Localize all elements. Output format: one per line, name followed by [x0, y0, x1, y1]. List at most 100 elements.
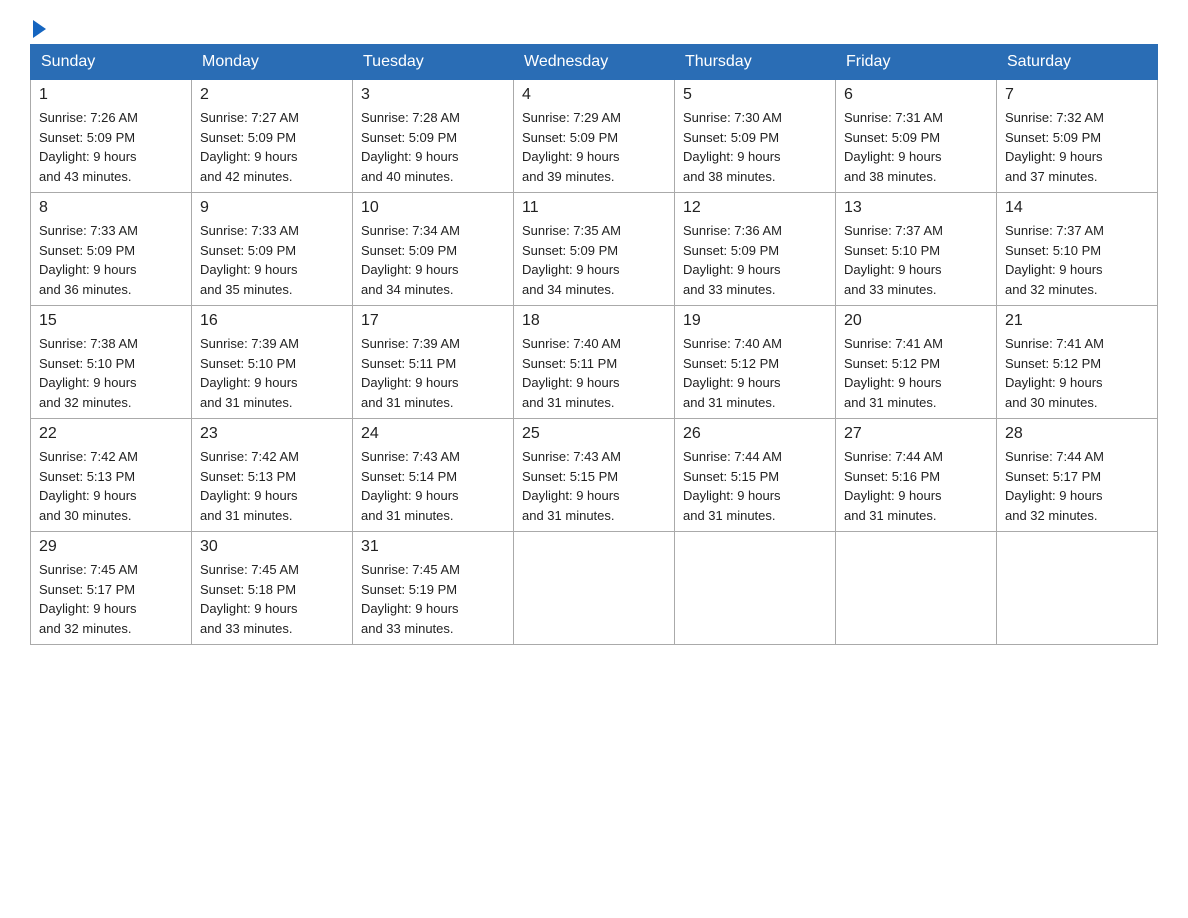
- week-row-1: 1 Sunrise: 7:26 AMSunset: 5:09 PMDayligh…: [31, 80, 1158, 193]
- calendar-cell: 5 Sunrise: 7:30 AMSunset: 5:09 PMDayligh…: [675, 80, 836, 193]
- day-info: Sunrise: 7:41 AMSunset: 5:12 PMDaylight:…: [844, 334, 988, 412]
- calendar-cell: 13 Sunrise: 7:37 AMSunset: 5:10 PMDaylig…: [836, 193, 997, 306]
- day-number: 10: [361, 199, 505, 217]
- logo-row1: [30, 20, 46, 38]
- day-info: Sunrise: 7:41 AMSunset: 5:12 PMDaylight:…: [1005, 334, 1149, 412]
- calendar-table: SundayMondayTuesdayWednesdayThursdayFrid…: [30, 44, 1158, 645]
- day-info: Sunrise: 7:43 AMSunset: 5:15 PMDaylight:…: [522, 447, 666, 525]
- calendar-cell: 20 Sunrise: 7:41 AMSunset: 5:12 PMDaylig…: [836, 306, 997, 419]
- day-info: Sunrise: 7:40 AMSunset: 5:11 PMDaylight:…: [522, 334, 666, 412]
- header-monday: Monday: [192, 45, 353, 80]
- header-tuesday: Tuesday: [353, 45, 514, 80]
- day-info: Sunrise: 7:45 AMSunset: 5:19 PMDaylight:…: [361, 560, 505, 638]
- calendar-cell: 9 Sunrise: 7:33 AMSunset: 5:09 PMDayligh…: [192, 193, 353, 306]
- calendar-cell: 14 Sunrise: 7:37 AMSunset: 5:10 PMDaylig…: [997, 193, 1158, 306]
- day-info: Sunrise: 7:44 AMSunset: 5:15 PMDaylight:…: [683, 447, 827, 525]
- day-number: 28: [1005, 425, 1149, 443]
- day-info: Sunrise: 7:43 AMSunset: 5:14 PMDaylight:…: [361, 447, 505, 525]
- calendar-cell: 21 Sunrise: 7:41 AMSunset: 5:12 PMDaylig…: [997, 306, 1158, 419]
- calendar-cell: 23 Sunrise: 7:42 AMSunset: 5:13 PMDaylig…: [192, 419, 353, 532]
- header-friday: Friday: [836, 45, 997, 80]
- calendar-cell: 6 Sunrise: 7:31 AMSunset: 5:09 PMDayligh…: [836, 80, 997, 193]
- day-number: 1: [39, 86, 183, 104]
- calendar-cell: 10 Sunrise: 7:34 AMSunset: 5:09 PMDaylig…: [353, 193, 514, 306]
- day-number: 16: [200, 312, 344, 330]
- day-number: 29: [39, 538, 183, 556]
- calendar-cell: 29 Sunrise: 7:45 AMSunset: 5:17 PMDaylig…: [31, 532, 192, 645]
- calendar-cell: 12 Sunrise: 7:36 AMSunset: 5:09 PMDaylig…: [675, 193, 836, 306]
- calendar-cell: [836, 532, 997, 645]
- day-number: 11: [522, 199, 666, 217]
- week-row-3: 15 Sunrise: 7:38 AMSunset: 5:10 PMDaylig…: [31, 306, 1158, 419]
- day-number: 25: [522, 425, 666, 443]
- calendar-cell: 17 Sunrise: 7:39 AMSunset: 5:11 PMDaylig…: [353, 306, 514, 419]
- day-info: Sunrise: 7:37 AMSunset: 5:10 PMDaylight:…: [1005, 221, 1149, 299]
- calendar-cell: 25 Sunrise: 7:43 AMSunset: 5:15 PMDaylig…: [514, 419, 675, 532]
- day-number: 22: [39, 425, 183, 443]
- calendar-cell: [675, 532, 836, 645]
- calendar-cell: 27 Sunrise: 7:44 AMSunset: 5:16 PMDaylig…: [836, 419, 997, 532]
- day-info: Sunrise: 7:26 AMSunset: 5:09 PMDaylight:…: [39, 108, 183, 186]
- day-info: Sunrise: 7:42 AMSunset: 5:13 PMDaylight:…: [39, 447, 183, 525]
- calendar-cell: 11 Sunrise: 7:35 AMSunset: 5:09 PMDaylig…: [514, 193, 675, 306]
- day-info: Sunrise: 7:30 AMSunset: 5:09 PMDaylight:…: [683, 108, 827, 186]
- calendar-cell: [997, 532, 1158, 645]
- week-row-4: 22 Sunrise: 7:42 AMSunset: 5:13 PMDaylig…: [31, 419, 1158, 532]
- calendar-cell: 4 Sunrise: 7:29 AMSunset: 5:09 PMDayligh…: [514, 80, 675, 193]
- calendar-cell: 26 Sunrise: 7:44 AMSunset: 5:15 PMDaylig…: [675, 419, 836, 532]
- day-info: Sunrise: 7:40 AMSunset: 5:12 PMDaylight:…: [683, 334, 827, 412]
- calendar-cell: 3 Sunrise: 7:28 AMSunset: 5:09 PMDayligh…: [353, 80, 514, 193]
- day-info: Sunrise: 7:34 AMSunset: 5:09 PMDaylight:…: [361, 221, 505, 299]
- calendar-cell: 22 Sunrise: 7:42 AMSunset: 5:13 PMDaylig…: [31, 419, 192, 532]
- calendar-cell: [514, 532, 675, 645]
- day-info: Sunrise: 7:31 AMSunset: 5:09 PMDaylight:…: [844, 108, 988, 186]
- day-info: Sunrise: 7:38 AMSunset: 5:10 PMDaylight:…: [39, 334, 183, 412]
- calendar-cell: 18 Sunrise: 7:40 AMSunset: 5:11 PMDaylig…: [514, 306, 675, 419]
- day-number: 9: [200, 199, 344, 217]
- calendar-cell: 16 Sunrise: 7:39 AMSunset: 5:10 PMDaylig…: [192, 306, 353, 419]
- calendar-cell: 24 Sunrise: 7:43 AMSunset: 5:14 PMDaylig…: [353, 419, 514, 532]
- day-info: Sunrise: 7:45 AMSunset: 5:17 PMDaylight:…: [39, 560, 183, 638]
- calendar-cell: 2 Sunrise: 7:27 AMSunset: 5:09 PMDayligh…: [192, 80, 353, 193]
- day-number: 2: [200, 86, 344, 104]
- day-info: Sunrise: 7:32 AMSunset: 5:09 PMDaylight:…: [1005, 108, 1149, 186]
- week-row-5: 29 Sunrise: 7:45 AMSunset: 5:17 PMDaylig…: [31, 532, 1158, 645]
- day-number: 26: [683, 425, 827, 443]
- day-number: 6: [844, 86, 988, 104]
- header-wednesday: Wednesday: [514, 45, 675, 80]
- day-number: 27: [844, 425, 988, 443]
- day-info: Sunrise: 7:27 AMSunset: 5:09 PMDaylight:…: [200, 108, 344, 186]
- day-number: 5: [683, 86, 827, 104]
- day-number: 31: [361, 538, 505, 556]
- day-number: 8: [39, 199, 183, 217]
- day-info: Sunrise: 7:28 AMSunset: 5:09 PMDaylight:…: [361, 108, 505, 186]
- calendar-cell: 7 Sunrise: 7:32 AMSunset: 5:09 PMDayligh…: [997, 80, 1158, 193]
- day-number: 21: [1005, 312, 1149, 330]
- calendar-cell: 30 Sunrise: 7:45 AMSunset: 5:18 PMDaylig…: [192, 532, 353, 645]
- day-number: 17: [361, 312, 505, 330]
- day-number: 15: [39, 312, 183, 330]
- day-info: Sunrise: 7:33 AMSunset: 5:09 PMDaylight:…: [200, 221, 344, 299]
- day-info: Sunrise: 7:29 AMSunset: 5:09 PMDaylight:…: [522, 108, 666, 186]
- logo: [30, 20, 46, 34]
- week-row-2: 8 Sunrise: 7:33 AMSunset: 5:09 PMDayligh…: [31, 193, 1158, 306]
- day-number: 30: [200, 538, 344, 556]
- header-saturday: Saturday: [997, 45, 1158, 80]
- day-number: 20: [844, 312, 988, 330]
- day-number: 13: [844, 199, 988, 217]
- calendar-cell: 19 Sunrise: 7:40 AMSunset: 5:12 PMDaylig…: [675, 306, 836, 419]
- day-info: Sunrise: 7:44 AMSunset: 5:16 PMDaylight:…: [844, 447, 988, 525]
- day-number: 24: [361, 425, 505, 443]
- day-number: 23: [200, 425, 344, 443]
- day-info: Sunrise: 7:45 AMSunset: 5:18 PMDaylight:…: [200, 560, 344, 638]
- day-number: 4: [522, 86, 666, 104]
- day-number: 18: [522, 312, 666, 330]
- day-number: 14: [1005, 199, 1149, 217]
- day-info: Sunrise: 7:42 AMSunset: 5:13 PMDaylight:…: [200, 447, 344, 525]
- day-info: Sunrise: 7:44 AMSunset: 5:17 PMDaylight:…: [1005, 447, 1149, 525]
- calendar-cell: 8 Sunrise: 7:33 AMSunset: 5:09 PMDayligh…: [31, 193, 192, 306]
- day-info: Sunrise: 7:35 AMSunset: 5:09 PMDaylight:…: [522, 221, 666, 299]
- day-info: Sunrise: 7:39 AMSunset: 5:10 PMDaylight:…: [200, 334, 344, 412]
- page-header: [30, 20, 1158, 34]
- day-number: 3: [361, 86, 505, 104]
